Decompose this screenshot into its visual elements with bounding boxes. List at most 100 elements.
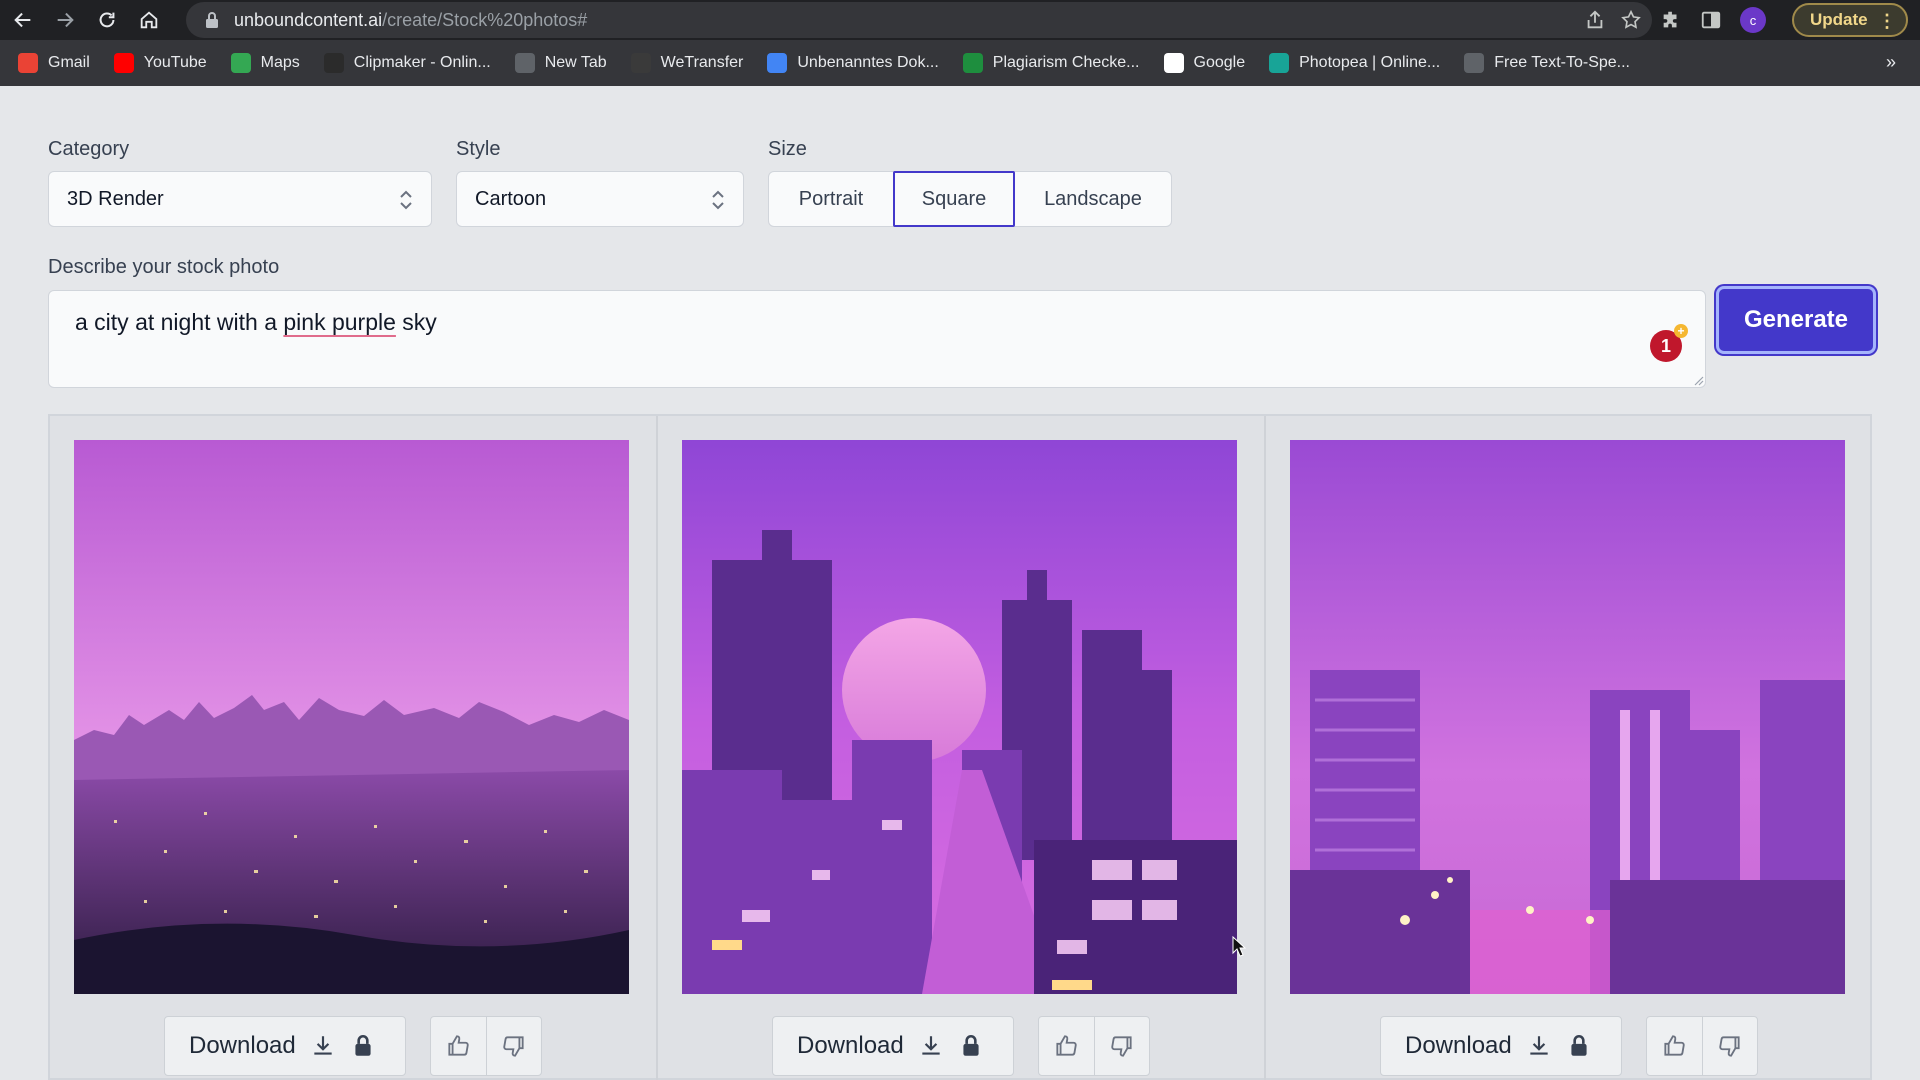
category-label: Category bbox=[48, 138, 130, 160]
arrow-left-icon bbox=[14, 12, 31, 28]
google-icon bbox=[1163, 53, 1184, 73]
home-icon bbox=[140, 11, 158, 29]
chevron-updown-icon bbox=[712, 190, 724, 210]
bookmark-item[interactable]: Gmail bbox=[18, 53, 90, 73]
home-button[interactable] bbox=[130, 3, 168, 37]
profile-avatar[interactable]: c bbox=[1740, 7, 1766, 33]
generate-button[interactable]: Generate bbox=[1716, 286, 1876, 354]
bookmark-item[interactable]: Plagiarism Checke... bbox=[962, 53, 1140, 73]
size-square-button[interactable]: Square bbox=[893, 171, 1015, 227]
maps-icon bbox=[230, 53, 251, 73]
thumbs-down-button[interactable] bbox=[1701, 1017, 1757, 1075]
bookmarks-overflow-button[interactable]: » bbox=[1886, 52, 1896, 73]
grammar-badge[interactable]: 1 + bbox=[1650, 324, 1688, 362]
style-label: Style bbox=[456, 138, 501, 160]
result-card: Download bbox=[658, 416, 1266, 1080]
bookmark-label: New Tab bbox=[544, 54, 607, 71]
reload-button[interactable] bbox=[88, 3, 126, 37]
kebab-menu-icon[interactable]: ⋮ bbox=[1878, 9, 1896, 33]
page-icon bbox=[1464, 53, 1485, 73]
result-card: Download bbox=[50, 416, 658, 1080]
bookmark-label: Free Text-To-Spe... bbox=[1494, 54, 1630, 71]
back-button[interactable] bbox=[4, 3, 42, 37]
thumbs-down-icon bbox=[1719, 1036, 1740, 1057]
size-toggle-group: Portrait Square Landscape bbox=[768, 171, 1172, 227]
bookmark-item[interactable]: Maps bbox=[230, 53, 300, 73]
bookmark-item[interactable]: Unbenanntes Dok... bbox=[767, 53, 939, 73]
photopea-icon bbox=[1269, 53, 1290, 73]
bookmark-item[interactable]: Clipmaker - Onlin... bbox=[323, 53, 491, 73]
thumbs-down-icon bbox=[1111, 1036, 1132, 1057]
thumbs-down-button[interactable] bbox=[1093, 1017, 1149, 1075]
size-landscape-button[interactable]: Landscape bbox=[1015, 172, 1171, 226]
prompt-text: a city at night with a pink purple sky bbox=[75, 309, 437, 335]
bookmarks-bar: Gmail YouTube Maps Clipmaker - Onlin... New … bbox=[0, 40, 1920, 86]
bookmark-item[interactable]: Free Text-To-Spe... bbox=[1464, 53, 1630, 73]
prompt-textarea[interactable]: a city at night with a pink purple sky bbox=[48, 290, 1706, 388]
share-icon[interactable] bbox=[1584, 9, 1606, 31]
bookmark-label: Google bbox=[1193, 54, 1246, 71]
plus-icon: + bbox=[1674, 324, 1688, 338]
misspelled-word[interactable]: pink purple bbox=[283, 309, 396, 335]
bookmark-item[interactable]: Google bbox=[1163, 53, 1246, 73]
thumbs-up-icon bbox=[1664, 1035, 1686, 1056]
thumbs-up-button[interactable] bbox=[1647, 1017, 1702, 1075]
address-bar[interactable]: unboundcontent.ai/create/Stock%20photos# bbox=[186, 2, 1652, 38]
lock-icon bbox=[1571, 1034, 1587, 1056]
clipmaker-icon bbox=[323, 53, 344, 73]
download-icon bbox=[1530, 1036, 1548, 1055]
browser-toolbar: unboundcontent.ai/create/Stock%20photos#… bbox=[0, 0, 1920, 40]
youtube-icon bbox=[113, 53, 134, 73]
bookmark-item[interactable]: YouTube bbox=[113, 53, 207, 73]
rating-group bbox=[1646, 1016, 1758, 1076]
rating-group bbox=[430, 1016, 542, 1076]
docs-icon bbox=[767, 53, 788, 73]
globe-icon bbox=[514, 53, 535, 73]
thumbs-up-button[interactable] bbox=[431, 1017, 486, 1075]
forward-button[interactable] bbox=[46, 3, 84, 37]
chevron-updown-icon bbox=[400, 190, 412, 210]
style-select[interactable]: Cartoon bbox=[456, 171, 744, 227]
page-content: Category 3D Render Style Cartoon Size Po… bbox=[0, 86, 1920, 1080]
generated-image[interactable] bbox=[682, 440, 1237, 994]
bookmark-item[interactable]: WeTransfer bbox=[630, 53, 743, 73]
result-card: Download bbox=[1266, 416, 1874, 1080]
bookmark-label: Gmail bbox=[48, 54, 90, 71]
describe-label: Describe your stock photo bbox=[48, 256, 280, 278]
thumbs-down-button[interactable] bbox=[485, 1017, 541, 1075]
size-label: Size bbox=[768, 138, 807, 160]
bookmark-label: Plagiarism Checke... bbox=[992, 54, 1140, 71]
mouse-cursor-icon bbox=[1232, 936, 1246, 957]
bookmark-label: Unbenanntes Dok... bbox=[797, 54, 939, 71]
lock-icon bbox=[963, 1034, 979, 1056]
category-select[interactable]: 3D Render bbox=[48, 171, 432, 227]
bookmark-item[interactable]: New Tab bbox=[514, 53, 607, 73]
lock-icon bbox=[355, 1034, 371, 1056]
bookmark-label: YouTube bbox=[143, 54, 207, 71]
results-grid: Download Download Download bbox=[48, 414, 1872, 1080]
wetransfer-icon bbox=[630, 53, 651, 73]
star-icon[interactable] bbox=[1620, 9, 1642, 31]
generated-image[interactable] bbox=[74, 440, 629, 994]
size-portrait-button[interactable]: Portrait bbox=[769, 172, 893, 226]
sidebar-toggle-icon[interactable] bbox=[1700, 9, 1722, 31]
update-button[interactable]: Update ⋮ bbox=[1792, 3, 1908, 37]
lock-icon bbox=[206, 12, 218, 28]
download-button[interactable]: Download bbox=[1380, 1016, 1622, 1076]
plagiarism-icon bbox=[962, 53, 983, 73]
download-button[interactable]: Download bbox=[164, 1016, 406, 1076]
bookmark-item[interactable]: Photopea | Online... bbox=[1269, 53, 1440, 73]
bookmark-label: Maps bbox=[260, 54, 300, 71]
gmail-icon bbox=[18, 53, 38, 73]
style-value: Cartoon bbox=[475, 187, 547, 210]
generated-image[interactable] bbox=[1290, 440, 1845, 994]
extensions-icon[interactable] bbox=[1660, 9, 1682, 31]
reload-icon bbox=[99, 12, 115, 28]
download-icon bbox=[922, 1036, 940, 1055]
resize-handle-icon[interactable] bbox=[1692, 374, 1704, 386]
thumbs-up-button[interactable] bbox=[1039, 1017, 1094, 1075]
category-value: 3D Render bbox=[67, 187, 164, 210]
download-button[interactable]: Download bbox=[772, 1016, 1014, 1076]
thumbs-down-icon bbox=[503, 1036, 524, 1057]
thumbs-up-icon bbox=[1056, 1035, 1078, 1056]
